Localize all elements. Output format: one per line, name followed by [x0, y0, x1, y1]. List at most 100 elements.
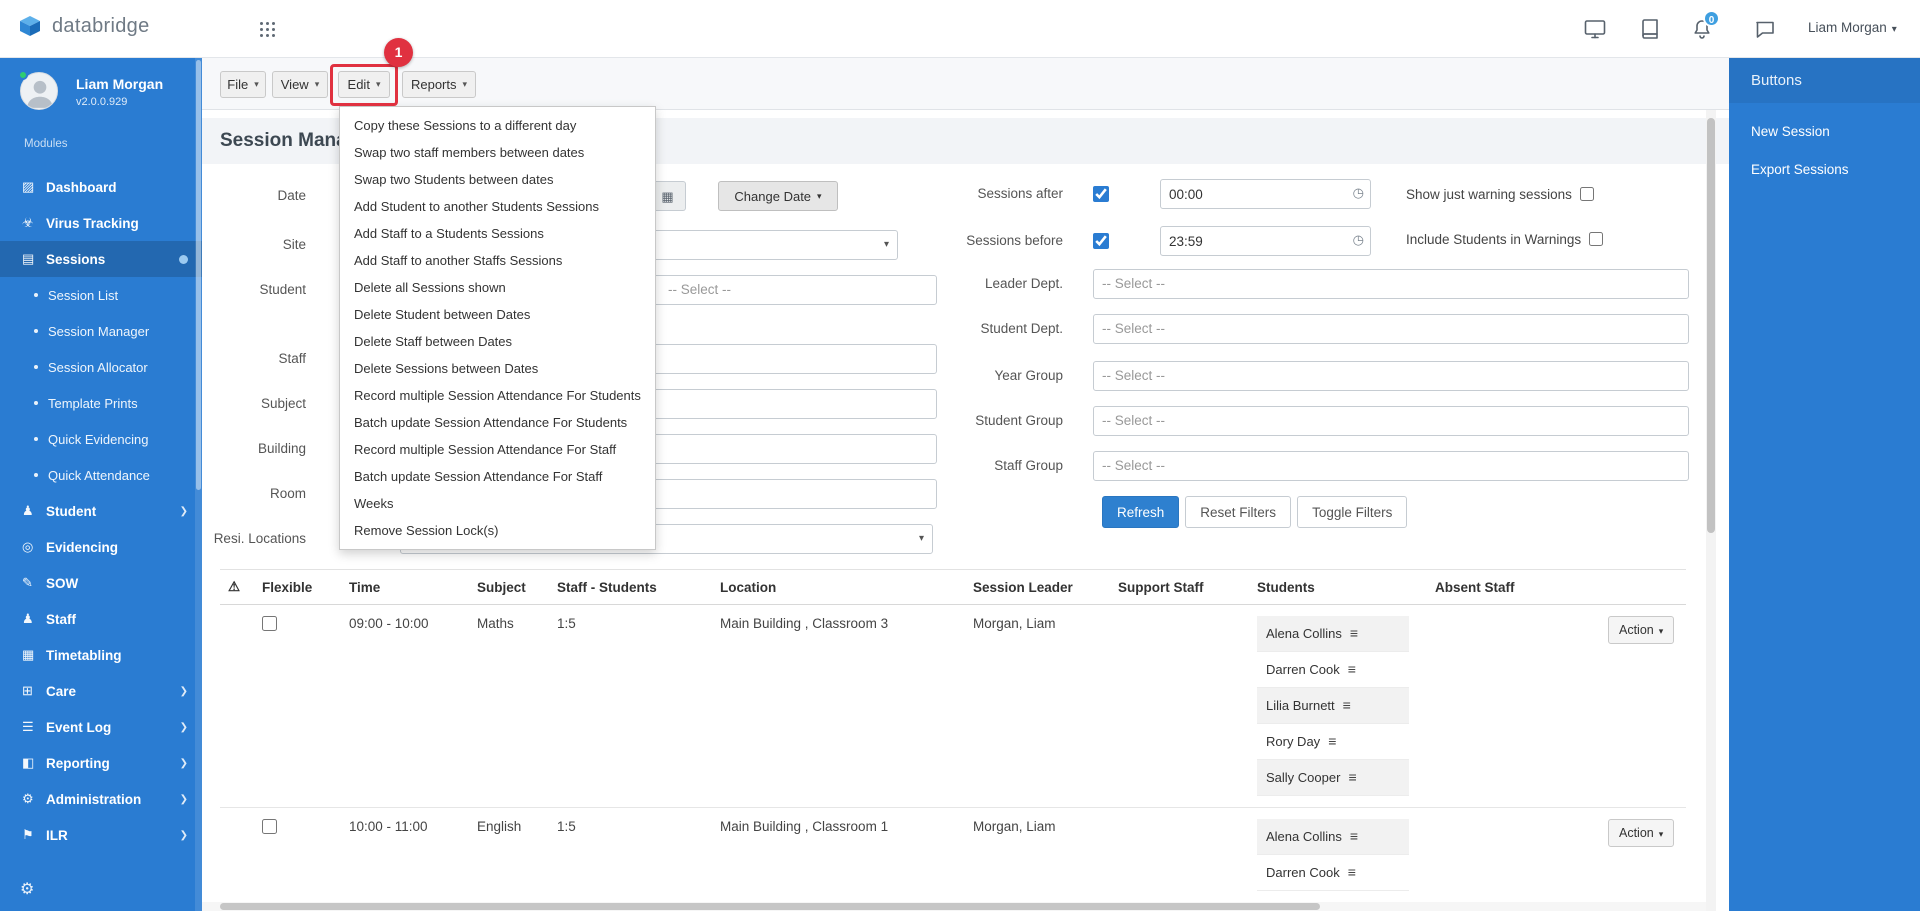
brand[interactable]: databridge [18, 14, 150, 38]
menu-item-delete-staff-between-dates[interactable]: Delete Staff between Dates [340, 328, 655, 355]
include-students-warnings-checkbox[interactable] [1589, 232, 1604, 246]
buttons-panel-title: Buttons [1729, 58, 1920, 103]
sidebar-item-reporting[interactable]: ◧ Reporting ❯ [0, 745, 202, 781]
sidebar-item-quick-attendance[interactable]: Quick Attendance [0, 457, 202, 493]
flexible-checkbox[interactable] [262, 819, 277, 834]
student-chip[interactable]: Lilia Burnett ≡ [1257, 688, 1409, 724]
sidebar-item-event-log[interactable]: ☰ Event Log ❯ [0, 709, 202, 745]
room-label: Room [269, 486, 306, 501]
sidebar-item-quick-evidencing[interactable]: Quick Evidencing [0, 421, 202, 457]
sidebar-item-sow[interactable]: ✎ SOW [0, 565, 202, 601]
sidebar-item-student[interactable]: ♟ Student ❯ [0, 493, 202, 529]
reset-filters-button[interactable]: Reset Filters [1185, 496, 1292, 528]
menu-item-record-attendance-students[interactable]: Record multiple Session Attendance For S… [340, 382, 655, 409]
drag-handle-icon[interactable]: ≡ [1328, 733, 1336, 749]
menu-item-copy-sessions[interactable]: Copy these Sessions to a different day [340, 112, 655, 139]
reports-menu-button[interactable]: Reports ▾ [402, 71, 476, 98]
menu-item-batch-attendance-staff[interactable]: Batch update Session Attendance For Staf… [340, 463, 655, 490]
export-sessions-button[interactable]: Export Sessions [1729, 151, 1920, 189]
settings-gear-icon[interactable]: ⚙ [20, 879, 34, 899]
menu-item-weeks[interactable]: Weeks [340, 490, 655, 517]
student-chip[interactable]: Darren Cook ≡ [1257, 652, 1409, 688]
menu-item-add-student-to-sessions[interactable]: Add Student to another Students Sessions [340, 193, 655, 220]
column-actions [1600, 569, 1686, 605]
sidebar-item-timetabling[interactable]: ▦ Timetabling [0, 637, 202, 673]
drag-handle-icon[interactable]: ≡ [1350, 828, 1358, 844]
edit-menu-button[interactable]: Edit ▾ [338, 71, 390, 98]
sessions-after-time-input[interactable] [1160, 179, 1371, 209]
student-chip[interactable]: Alena Collins ≡ [1257, 616, 1409, 652]
absent-staff-cell [1427, 807, 1600, 903]
menu-item-add-staff-to-student-sessions[interactable]: Add Staff to a Students Sessions [340, 220, 655, 247]
flexible-checkbox[interactable] [262, 616, 277, 631]
sessions-before-time-input[interactable] [1160, 226, 1371, 256]
sidebar-item-session-allocator[interactable]: Session Allocator [0, 349, 202, 385]
sidebar-scrollbar[interactable] [195, 58, 202, 911]
drag-handle-icon[interactable]: ≡ [1348, 864, 1356, 880]
sidebar-scrollbar-thumb[interactable] [196, 60, 201, 490]
menu-item-swap-staff[interactable]: Swap two staff members between dates [340, 139, 655, 166]
horizontal-scrollbar[interactable] [202, 902, 1706, 911]
sidebar-item-administration[interactable]: ⚙ Administration ❯ [0, 781, 202, 817]
sidebar-item-template-prints[interactable]: Template Prints [0, 385, 202, 421]
show-warning-sessions-checkbox[interactable] [1579, 187, 1594, 201]
action-label: Action [1619, 826, 1654, 840]
drag-handle-icon[interactable]: ≡ [1348, 769, 1356, 785]
staff-group-select[interactable]: -- Select -- [1093, 451, 1689, 481]
sidebar-item-session-manager[interactable]: Session Manager [0, 313, 202, 349]
refresh-button[interactable]: Refresh [1102, 496, 1180, 528]
menu-item-delete-student-between-dates[interactable]: Delete Student between Dates [340, 301, 655, 328]
student-chip[interactable]: Darren Cook ≡ [1257, 855, 1409, 891]
sessions-after-checkbox[interactable] [1093, 186, 1109, 202]
toggle-filters-button[interactable]: Toggle Filters [1297, 496, 1408, 528]
dashboard-icon: ▨ [22, 179, 35, 194]
year-group-select[interactable]: -- Select -- [1093, 361, 1689, 391]
session-leader-cell: Morgan, Liam [965, 807, 1110, 903]
new-session-button[interactable]: New Session [1729, 113, 1920, 151]
sidebar-item-virus-tracking[interactable]: ☣ Virus Tracking [0, 205, 202, 241]
student-chip[interactable]: Rory Day ≡ [1257, 724, 1409, 760]
menu-item-swap-students[interactable]: Swap two Students between dates [340, 166, 655, 193]
sidebar-item-evidencing[interactable]: ◎ Evidencing [0, 529, 202, 565]
view-menu-button[interactable]: View ▾ [272, 71, 328, 98]
student-chip[interactable]: Sally Cooper ≡ [1257, 760, 1409, 796]
menu-item-delete-sessions-between-dates[interactable]: Delete Sessions between Dates [340, 355, 655, 382]
sidebar-item-label: Care [46, 683, 77, 699]
file-menu-button[interactable]: File ▾ [220, 71, 266, 98]
book-icon[interactable] [1638, 17, 1662, 41]
menu-item-record-attendance-staff[interactable]: Record multiple Session Attendance For S… [340, 436, 655, 463]
display-icon[interactable] [1583, 17, 1607, 41]
action-button[interactable]: Action ▾ [1608, 819, 1675, 847]
drag-handle-icon[interactable]: ≡ [1348, 661, 1356, 677]
change-date-button[interactable]: Change Date ▾ [718, 181, 838, 211]
action-button[interactable]: Action ▾ [1608, 616, 1675, 644]
show-warning-sessions-row: Show just warning sessions [1406, 183, 1594, 205]
menu-item-add-staff-to-staff-sessions[interactable]: Add Staff to another Staffs Sessions [340, 247, 655, 274]
sidebar-item-ilr[interactable]: ⚑ ILR ❯ [0, 817, 202, 853]
sidebar-item-dashboard[interactable]: ▨ Dashboard [0, 169, 202, 205]
menu-item-remove-session-locks[interactable]: Remove Session Lock(s) [340, 517, 655, 544]
notifications-bell-icon[interactable]: 0 [1690, 10, 1720, 41]
sidebar-item-care[interactable]: ⊞ Care ❯ [0, 673, 202, 709]
horizontal-scrollbar-thumb[interactable] [220, 903, 1320, 910]
user-menu[interactable]: Liam Morgan ▾ [1808, 20, 1897, 35]
sidebar-item-sessions[interactable]: ▤ Sessions [0, 241, 202, 277]
menu-item-batch-attendance-students[interactable]: Batch update Session Attendance For Stud… [340, 409, 655, 436]
student-chip[interactable]: Alena Collins ≡ [1257, 819, 1409, 855]
file-menu-label: File [227, 77, 249, 92]
sidebar-item-staff[interactable]: ♟ Staff [0, 601, 202, 637]
support-staff-cell [1110, 807, 1249, 903]
chat-icon[interactable] [1753, 17, 1777, 41]
apps-grid-icon[interactable] [260, 22, 276, 38]
vertical-scrollbar[interactable] [1706, 110, 1716, 911]
leader-dept-select[interactable]: -- Select -- [1093, 269, 1689, 299]
sessions-before-checkbox[interactable] [1093, 233, 1109, 249]
menu-item-delete-all-sessions[interactable]: Delete all Sessions shown [340, 274, 655, 301]
sidebar-item-session-list[interactable]: Session List [0, 277, 202, 313]
drag-handle-icon[interactable]: ≡ [1343, 697, 1351, 713]
drag-handle-icon[interactable]: ≡ [1350, 625, 1358, 641]
avatar[interactable] [18, 70, 58, 110]
student-group-select[interactable]: -- Select -- [1093, 406, 1689, 436]
student-dept-select[interactable]: -- Select -- [1093, 314, 1689, 344]
vertical-scrollbar-thumb[interactable] [1707, 118, 1715, 533]
